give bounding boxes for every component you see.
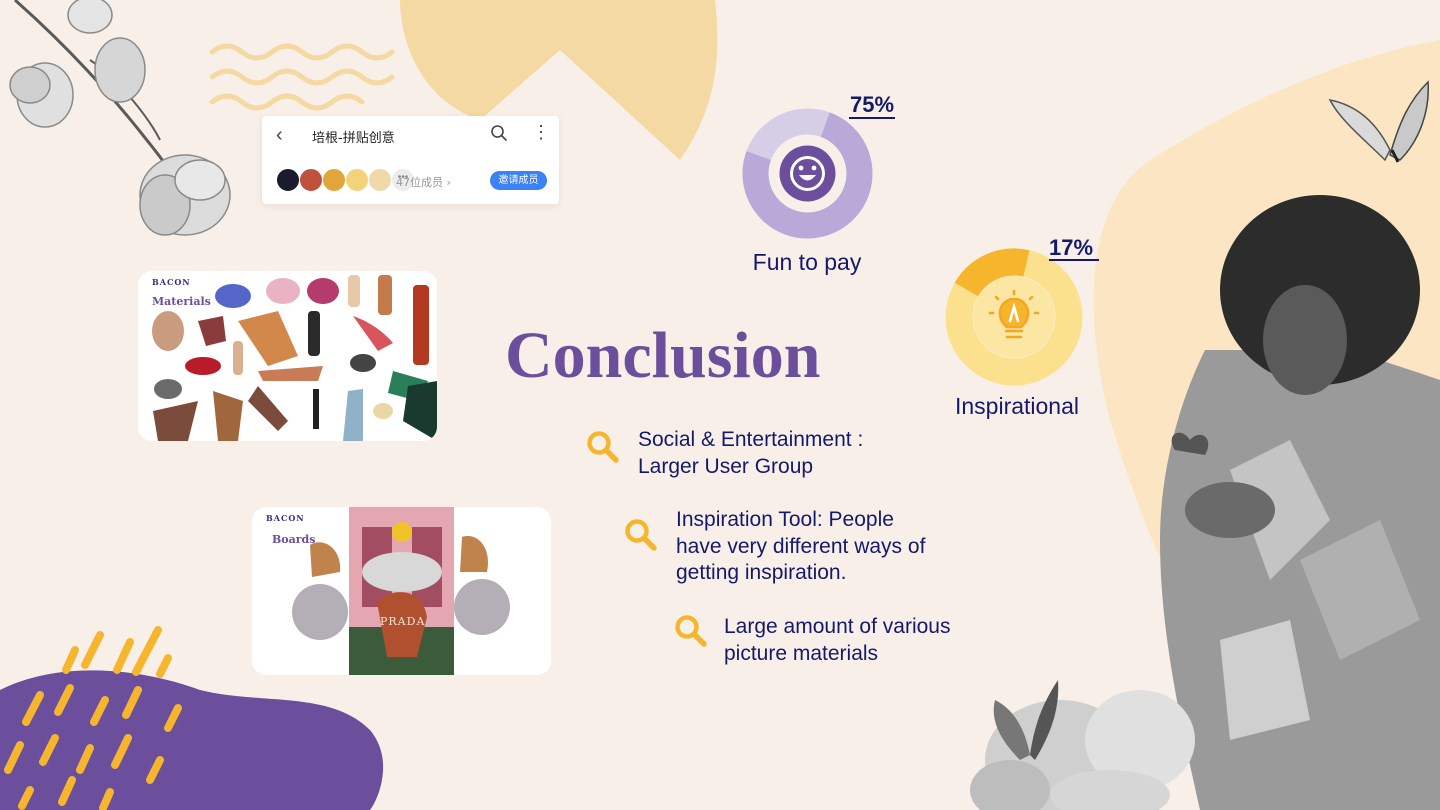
avatar [345,168,369,192]
app-group-header-card: ‹ 培根-拼贴创意 ⋮ ••• 47位成员 › 邀请成员 [262,116,559,204]
fun-to-pay-label: Fun to pay [752,249,862,275]
avatar [368,168,392,192]
percent-underline [849,117,895,119]
prada-label: PRADA [380,615,426,628]
point-social: Social & Entertainment : Larger User Gro… [638,427,863,480]
point-line: picture materials [724,641,879,665]
group-name: 培根-拼贴创意 [312,131,395,146]
point-line: Social & Entertainment : [638,428,864,451]
bacon-logo: BACON [266,513,305,523]
point-line: Large amount of various [724,615,951,638]
magnifier-icon [625,519,657,551]
invite-members-button[interactable]: 邀请成员 [490,171,547,190]
slide-title: Conclusion [505,319,821,392]
member-count[interactable]: 47位成员 › [396,174,451,190]
inspirational-label: Inspirational [954,393,1080,419]
member-avatars[interactable]: ••• [276,168,415,192]
magnifier-icon [675,615,707,647]
point-line: Inspiration Tool: People [676,508,894,531]
inspirational-percent: 17% [1049,235,1094,260]
blossom-flowers [970,680,1195,810]
more-vertical-icon[interactable]: ⋮ [532,122,550,143]
magnifier-icon [587,431,619,463]
percent-underline [1049,259,1099,261]
avatar [276,168,300,192]
boards-card: BACON Boards PRADA [252,507,551,675]
materials-card: BACON Materials [138,271,437,441]
point-line: getting inspiration. [676,561,847,584]
point-inspiration-tool: Inspiration Tool: People have very diffe… [676,507,925,587]
inspirational-ring [945,248,1083,386]
point-picture-materials: Large amount of various picture material… [724,614,950,667]
wavy-lines [209,43,395,111]
fun-to-pay-ring [742,108,873,239]
avatar [299,168,323,192]
fun-to-pay-percent: 75% [850,92,895,117]
avatar [322,168,346,192]
search-icon[interactable] [490,124,508,142]
materials-collage-image [152,275,437,441]
point-line: have very different ways of [676,534,926,558]
magnolia-flowers [9,0,231,236]
point-line: Larger User Group [638,454,814,478]
boards-heading: Boards [272,533,316,546]
chevron-left-icon[interactable]: ‹ [276,124,283,147]
